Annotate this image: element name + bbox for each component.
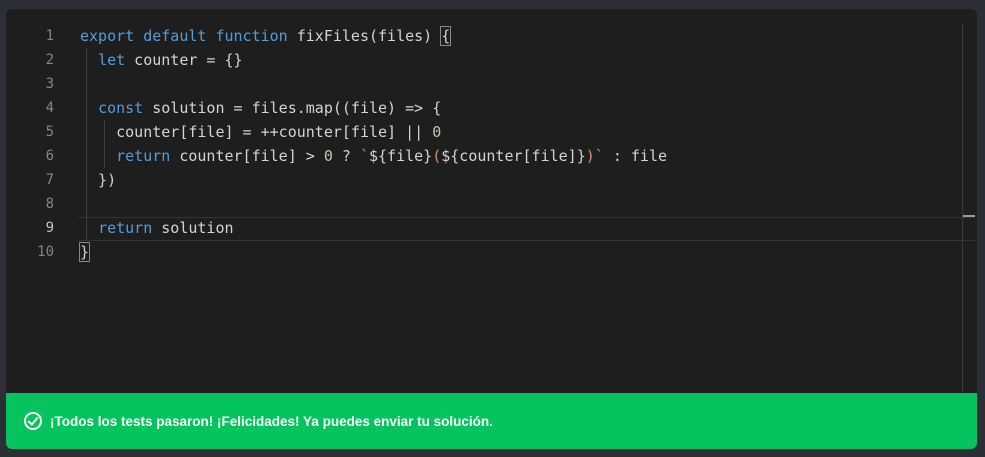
line-number: 5 bbox=[45, 124, 54, 140]
line-number: 4 bbox=[45, 100, 54, 116]
code-token: counter[file] > bbox=[170, 147, 324, 165]
code-token: : file bbox=[603, 147, 668, 165]
code-token: solution bbox=[152, 219, 234, 237]
code-line[interactable]: 3 bbox=[6, 72, 977, 96]
code-token: ` bbox=[359, 147, 369, 165]
line-number: 7 bbox=[45, 172, 54, 188]
line-number: 9 bbox=[45, 220, 54, 236]
code-token: solution = files.map((file) => { bbox=[143, 99, 442, 117]
code-token: 0 bbox=[432, 123, 442, 141]
code-line[interactable]: 1 export default function fixFiles(files)… bbox=[6, 24, 977, 48]
code-line[interactable]: 10} bbox=[6, 240, 977, 264]
indent-guide bbox=[86, 192, 87, 216]
editor-scrollbar[interactable] bbox=[962, 24, 977, 394]
code-text: let counter = {} bbox=[80, 48, 243, 72]
code-text: return solution bbox=[80, 216, 234, 240]
code-token: ${file} bbox=[369, 147, 433, 165]
line-number: 3 bbox=[45, 76, 54, 92]
code-text: return counter[file] > 0 ? `${file}(${co… bbox=[80, 144, 667, 168]
code-text: counter[file] = ++counter[file] || 0 bbox=[80, 120, 441, 144]
code-token: function bbox=[215, 27, 288, 45]
code-token: export bbox=[80, 27, 135, 45]
code-token: default bbox=[143, 27, 207, 45]
code-token: )` bbox=[585, 147, 604, 165]
code-token: let bbox=[98, 51, 126, 69]
line-number: 2 bbox=[45, 52, 54, 68]
code-token: 0 bbox=[323, 147, 333, 165]
code-text: } bbox=[78, 240, 91, 264]
code-text: const solution = files.map((file) => { bbox=[80, 96, 441, 120]
code-line[interactable]: 8 bbox=[6, 192, 977, 216]
code-line[interactable]: 5 counter[file] = ++counter[file] || 0 bbox=[6, 120, 977, 144]
code-text: export default function fixFiles(files) … bbox=[80, 24, 452, 48]
code-area[interactable]: 1 export default function fixFiles(files)… bbox=[6, 24, 977, 264]
line-number: 1 bbox=[45, 28, 54, 44]
code-token: ( bbox=[432, 147, 442, 165]
success-toast: ¡Todos los tests pasaron! ¡Felicidades! … bbox=[6, 393, 977, 449]
code-token: const bbox=[98, 99, 144, 117]
toast-message: ¡Todos los tests pasaron! ¡Felicidades! … bbox=[50, 413, 493, 429]
code-token: } bbox=[78, 242, 91, 262]
code-token: return bbox=[116, 147, 171, 165]
code-token: { bbox=[440, 26, 452, 46]
check-circle-icon bbox=[24, 412, 42, 430]
scrollbar-cursor-marker bbox=[963, 215, 975, 217]
code-token: return bbox=[98, 219, 153, 237]
code-text: }) bbox=[80, 168, 116, 192]
code-line[interactable]: 2 let counter = {} bbox=[6, 48, 977, 72]
code-line[interactable]: 4 const solution = files.map((file) => { bbox=[6, 96, 977, 120]
code-token: counter[file] = ++counter[file] || bbox=[80, 123, 433, 141]
code-editor[interactable]: 1 export default function fixFiles(files)… bbox=[6, 9, 977, 449]
code-token: ? bbox=[332, 147, 360, 165]
code-line[interactable]: 9 return solution bbox=[6, 216, 977, 240]
code-token: }) bbox=[80, 171, 117, 189]
code-token: counter = {} bbox=[125, 51, 243, 69]
line-number: 6 bbox=[45, 148, 54, 164]
code-token: fixFiles(files) bbox=[287, 27, 442, 45]
code-token: ${counter[file]} bbox=[441, 147, 586, 165]
code-line[interactable]: 6 return counter[file] > 0 ? `${file}(${… bbox=[6, 144, 977, 168]
indent-guide bbox=[86, 72, 87, 96]
line-number: 10 bbox=[37, 244, 54, 260]
line-number: 8 bbox=[45, 196, 54, 212]
code-line[interactable]: 7 }) bbox=[6, 168, 977, 192]
